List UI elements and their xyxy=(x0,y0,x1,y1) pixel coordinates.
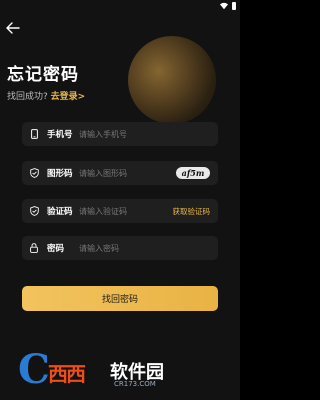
captcha-image[interactable]: af5m xyxy=(176,167,210,179)
shield-check-icon xyxy=(29,168,39,178)
phone-field[interactable]: 手机号 请输入手机号 xyxy=(22,122,218,146)
login-prompt-text: 找回成功? xyxy=(7,92,48,102)
get-code-button[interactable]: 获取验证码 xyxy=(173,206,211,217)
watermark-letter: C xyxy=(18,346,50,393)
watermark-logo: C 西西 软件园 CR173.COM xyxy=(18,350,222,390)
captcha-field[interactable]: 图形码 请输入图形码 af5m xyxy=(22,161,218,185)
verification-code-field[interactable]: 验证码 请输入验证码 获取验证码 xyxy=(22,199,218,223)
back-arrow-icon[interactable] xyxy=(6,22,20,34)
decorative-glow xyxy=(128,36,216,124)
phone-input[interactable]: 请输入手机号 xyxy=(79,129,127,140)
verification-code-label: 验证码 xyxy=(47,207,73,217)
password-field[interactable]: 密码 请输入密码 xyxy=(22,236,218,260)
wifi-icon xyxy=(220,2,228,10)
captcha-input[interactable]: 请输入图形码 xyxy=(79,168,127,179)
lock-icon xyxy=(29,243,39,253)
go-login-link[interactable]: 去登录> xyxy=(51,92,86,102)
battery-icon xyxy=(232,2,236,10)
shield-check-icon xyxy=(29,206,39,216)
forgot-password-screen: 忘记密码 找回成功? 去登录> 手机号 请输入手机号 图形码 请输入图形码 af… xyxy=(0,0,240,400)
recover-password-button[interactable]: 找回密码 xyxy=(22,286,218,311)
page-title: 忘记密码 xyxy=(7,65,79,85)
watermark-url: CR173.COM xyxy=(114,380,156,388)
password-input[interactable]: 请输入密码 xyxy=(79,243,119,254)
login-prompt: 找回成功? 去登录> xyxy=(7,89,85,102)
phone-icon xyxy=(29,129,39,139)
phone-label: 手机号 xyxy=(47,130,73,140)
verification-code-input[interactable]: 请输入验证码 xyxy=(79,206,127,217)
status-bar xyxy=(0,0,240,12)
watermark-west: 西西 xyxy=(48,362,86,386)
captcha-label: 图形码 xyxy=(47,169,73,179)
password-label: 密码 xyxy=(47,244,65,254)
